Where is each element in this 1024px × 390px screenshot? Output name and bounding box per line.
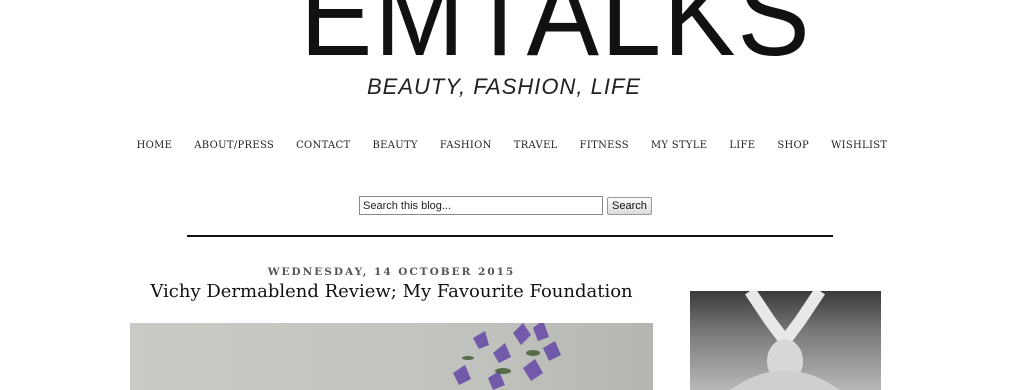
search-input[interactable] [359,196,603,215]
blog-logo-text: EMTALKS [300,0,812,81]
nav-item-fashion[interactable]: FASHION [440,140,492,151]
nav-item-about-press[interactable]: ABOUT/PRESS [194,140,274,151]
sidebar-profile-photo[interactable] [690,291,881,390]
main-nav: HOME ABOUT/PRESS CONTACT BEAUTY FASHION … [0,140,1024,151]
blog-logo[interactable]: EMTALKS [300,0,810,74]
header-divider [187,235,833,237]
nav-item-my-style[interactable]: MY STYLE [651,140,707,151]
nav-item-home[interactable]: HOME [137,140,173,151]
blog-tagline: BEAUTY, FASHION, LIFE [367,74,642,99]
flowers-photo [453,323,561,390]
search-button[interactable]: Search [607,196,652,215]
profile-photo-figure [730,291,840,390]
nav-item-life[interactable]: LIFE [729,140,755,151]
search-form: Search [359,196,652,215]
post-date: WEDNESDAY, 14 OCTOBER 2015 [267,266,516,278]
post-title[interactable]: Vichy Dermablend Review; My Favourite Fo… [130,281,653,302]
post-image[interactable] [130,323,653,390]
nav-item-beauty[interactable]: BEAUTY [372,140,417,151]
nav-item-fitness[interactable]: FITNESS [580,140,629,151]
nav-item-travel[interactable]: TRAVEL [514,140,558,151]
nav-item-contact[interactable]: CONTACT [296,140,350,151]
nav-item-shop[interactable]: SHOP [777,140,809,151]
nav-item-wishlist[interactable]: WISHLIST [831,140,887,151]
